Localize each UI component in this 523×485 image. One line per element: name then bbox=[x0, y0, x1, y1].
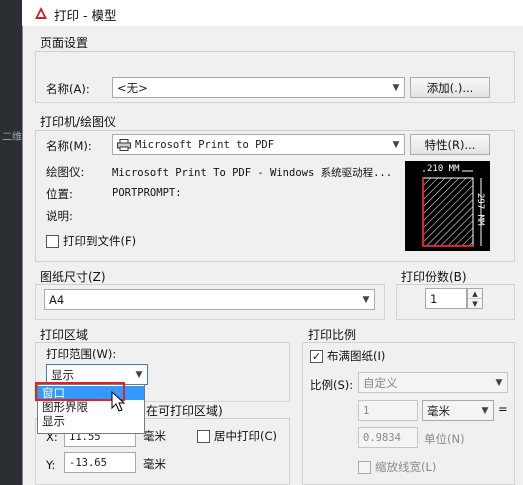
paper-preview: 210 MM 297 MM bbox=[405, 161, 490, 251]
chevron-down-icon: ▼ bbox=[392, 139, 400, 150]
scale-value1: 1 bbox=[363, 404, 370, 417]
copies-value: 1 bbox=[430, 291, 438, 306]
spinner-up-icon[interactable]: ▲ bbox=[468, 289, 482, 299]
background-text: 二维 bbox=[2, 132, 22, 143]
location-value: PORTPROMPT: bbox=[112, 187, 182, 199]
scale-unit-value: 毫米 bbox=[427, 403, 450, 418]
printer-name-label: 名称(M): bbox=[46, 139, 92, 153]
plot-area-title: 打印区域 bbox=[40, 328, 89, 342]
plot-range-value: 显示 bbox=[51, 367, 74, 382]
plot-scale-title: 打印比例 bbox=[308, 328, 357, 342]
offset-x-unit: 毫米 bbox=[143, 429, 166, 443]
plotter-label: 绘图仪: bbox=[46, 165, 85, 179]
scale-value2-input[interactable]: 0.9834 bbox=[358, 427, 418, 448]
scale-value: 自定义 bbox=[363, 375, 398, 390]
copies-title: 打印份数(B) bbox=[401, 270, 467, 284]
location-label: 位置: bbox=[46, 187, 73, 201]
plot-range-label: 打印范围(W): bbox=[46, 347, 117, 361]
offset-y-label: Y: bbox=[46, 458, 56, 472]
mouse-cursor-icon bbox=[111, 391, 126, 412]
center-plot-box[interactable] bbox=[197, 429, 210, 443]
printer-section-title: 打印机/绘图仪 bbox=[40, 115, 117, 129]
scale-lineweights-label: 缩放线宽(L) bbox=[375, 460, 437, 474]
fit-to-paper-label: 布满图纸(I) bbox=[327, 349, 386, 363]
print-to-file-box[interactable] bbox=[46, 234, 59, 248]
chevron-down-icon: ▼ bbox=[392, 82, 400, 93]
description-label: 说明: bbox=[46, 209, 73, 223]
window-title: 打印 - 模型 bbox=[54, 8, 117, 23]
offset-y-input[interactable]: -13.65 bbox=[64, 452, 136, 473]
dropdown-option-display[interactable]: 显示 bbox=[38, 414, 144, 428]
offset-y-value: -13.65 bbox=[69, 456, 107, 469]
scale-label: 比例(S): bbox=[310, 378, 354, 392]
printer-name-select[interactable]: Microsoft Print to PDF ▼ bbox=[112, 134, 405, 155]
scale-value2: 0.9834 bbox=[363, 431, 401, 444]
page-setup-name-value: <无> bbox=[117, 80, 148, 95]
add-page-setup-button[interactable]: 添加(.)... bbox=[410, 77, 490, 98]
scale-lineweights-checkbox[interactable]: 缩放线宽(L) bbox=[358, 459, 436, 475]
paper-size-title: 图纸尺寸(Z) bbox=[40, 270, 106, 284]
dropdown-option-limits[interactable]: 图形界限 bbox=[38, 400, 144, 414]
autocad-logo-icon bbox=[35, 7, 47, 19]
printer-properties-button[interactable]: 特性(R)... bbox=[410, 134, 490, 155]
print-to-file-checkbox[interactable]: 打印到文件(F) bbox=[46, 233, 136, 249]
copies-input[interactable]: 1 bbox=[425, 288, 467, 309]
print-to-file-label: 打印到文件(F) bbox=[63, 234, 137, 248]
fit-to-paper-checkbox[interactable]: ✓ 布满图纸(I) bbox=[310, 348, 385, 364]
chevron-down-icon: ▼ bbox=[362, 294, 370, 305]
background-app-strip: 二维 bbox=[0, 0, 22, 485]
offset-y-unit: 毫米 bbox=[143, 457, 166, 471]
plot-offset-title: 在可打印区域) bbox=[146, 404, 223, 418]
page-setup-title: 页面设置 bbox=[40, 36, 89, 50]
plotter-value: Microsoft Print To PDF - Windows 系统驱动程..… bbox=[112, 167, 393, 179]
paper-size-select[interactable]: A4 ▼ bbox=[44, 289, 375, 310]
fit-to-paper-box[interactable]: ✓ bbox=[310, 349, 323, 363]
spinner-down-icon[interactable]: ▼ bbox=[468, 299, 482, 309]
scale-select[interactable]: 自定义 ▼ bbox=[358, 372, 508, 393]
page-setup-name-select[interactable]: <无> ▼ bbox=[112, 77, 405, 98]
copies-spinner[interactable]: ▲ ▼ bbox=[467, 288, 483, 309]
printer-name-value: Microsoft Print to PDF bbox=[135, 138, 275, 151]
scale-unit-label: 单位(N) bbox=[424, 432, 465, 446]
preview-height-label: 297 MM bbox=[475, 193, 485, 226]
chevron-down-icon: ▼ bbox=[495, 377, 503, 388]
chevron-down-icon: ▼ bbox=[481, 405, 489, 416]
chevron-down-icon: ▼ bbox=[135, 369, 143, 380]
printer-icon bbox=[117, 138, 131, 151]
scale-unit-select[interactable]: 毫米 ▼ bbox=[422, 400, 494, 421]
paper-size-value: A4 bbox=[49, 292, 65, 307]
center-plot-checkbox[interactable]: 居中打印(C) bbox=[197, 428, 277, 444]
scale-equals: = bbox=[498, 402, 508, 416]
scale-lineweights-box[interactable] bbox=[358, 460, 371, 474]
scale-value1-input[interactable]: 1 bbox=[358, 400, 418, 421]
preview-width-label: 210 MM bbox=[425, 164, 462, 174]
center-plot-label: 居中打印(C) bbox=[214, 429, 278, 443]
page-setup-name-label: 名称(A): bbox=[46, 82, 90, 96]
